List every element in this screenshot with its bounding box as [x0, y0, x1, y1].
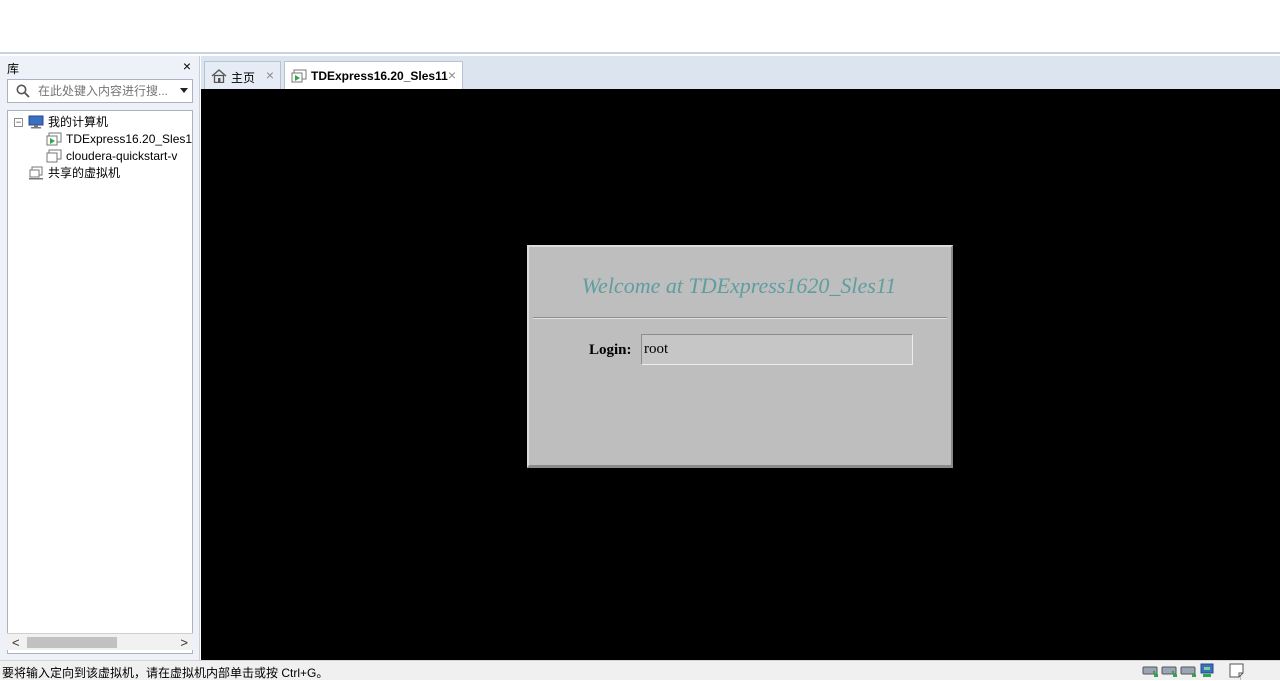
search-icon [16, 84, 30, 98]
tree-item-shared-vms[interactable]: 共享的虚拟机 [12, 165, 192, 182]
tab-label: 主页 [231, 71, 256, 85]
library-header: 库 × [0, 56, 200, 78]
vmware-workstation-window: 库 × − 我的计算机 [0, 0, 1280, 680]
tree-item-vm[interactable]: TDExpress16.20_Sles1 [12, 131, 192, 148]
login-input[interactable] [641, 334, 913, 365]
tree-item-my-computer[interactable]: − 我的计算机 [12, 114, 192, 131]
tree-item-vm[interactable]: cloudera-quickstart-v [12, 148, 192, 165]
home-icon [211, 69, 227, 83]
tree-horizontal-scrollbar[interactable]: < > [7, 633, 193, 650]
tab-close-icon[interactable]: × [266, 67, 274, 83]
library-search-input[interactable] [38, 83, 174, 99]
scroll-right-icon[interactable]: > [180, 635, 188, 650]
computer-icon [28, 115, 44, 129]
network-icon[interactable] [1199, 663, 1216, 678]
vm-console[interactable]: Welcome at TDExpress1620_Sles11 Login: [201, 89, 1280, 660]
search-dropdown-arrow-icon[interactable] [180, 88, 188, 93]
vm-running-icon [46, 132, 62, 146]
login-dialog: Welcome at TDExpress1620_Sles11 Login: [527, 245, 953, 468]
hdd-icon[interactable] [1142, 663, 1159, 678]
tab-close-icon[interactable]: × [448, 67, 456, 83]
status-message: 要将输入定向到该虚拟机，请在虚拟机内部单击或按 Ctrl+G。 [2, 666, 329, 680]
tree-label-vm: TDExpress16.20_Sles1 [66, 132, 193, 146]
tab-vm[interactable]: TDExpress16.20_Sles11 × [284, 61, 463, 89]
hdd-icon[interactable] [1161, 663, 1178, 678]
device-status-icons [1142, 663, 1262, 680]
scrollbar-thumb[interactable] [27, 637, 117, 648]
shared-vm-icon [29, 166, 43, 180]
library-title: 库 [7, 62, 20, 76]
vm-running-icon [291, 69, 307, 83]
library-close-button[interactable]: × [183, 58, 191, 74]
tab-home[interactable]: 主页 × [204, 61, 281, 89]
divider [533, 317, 947, 319]
tab-bar: 主页 × TDExpress16.20_Sles11 × [201, 56, 1280, 89]
library-search-box[interactable] [7, 79, 193, 103]
top-toolbar-area [0, 0, 1280, 54]
collapse-icon[interactable]: − [14, 118, 23, 127]
vm-icon [46, 149, 62, 163]
library-panel: 库 × − 我的计算机 [0, 56, 200, 660]
hdd-icon[interactable] [1180, 663, 1197, 678]
tree-label-vm: cloudera-quickstart-v [66, 149, 178, 163]
message-icon[interactable] [1228, 663, 1245, 678]
login-label: Login: [589, 342, 632, 358]
scroll-left-icon[interactable]: < [12, 635, 20, 650]
tree-label-shared-vms: 共享的虚拟机 [48, 166, 121, 180]
welcome-message: Welcome at TDExpress1620_Sles11 [581, 273, 897, 298]
library-tree: − 我的计算机 TDExpress16.20_Sles1 cloudera-qu… [7, 110, 193, 654]
status-bar: 要将输入定向到该虚拟机，请在虚拟机内部单击或按 Ctrl+G。 [0, 660, 1280, 680]
tab-label: TDExpress16.20_Sles11 [311, 69, 448, 83]
tree-label-my-computer: 我的计算机 [48, 115, 109, 129]
